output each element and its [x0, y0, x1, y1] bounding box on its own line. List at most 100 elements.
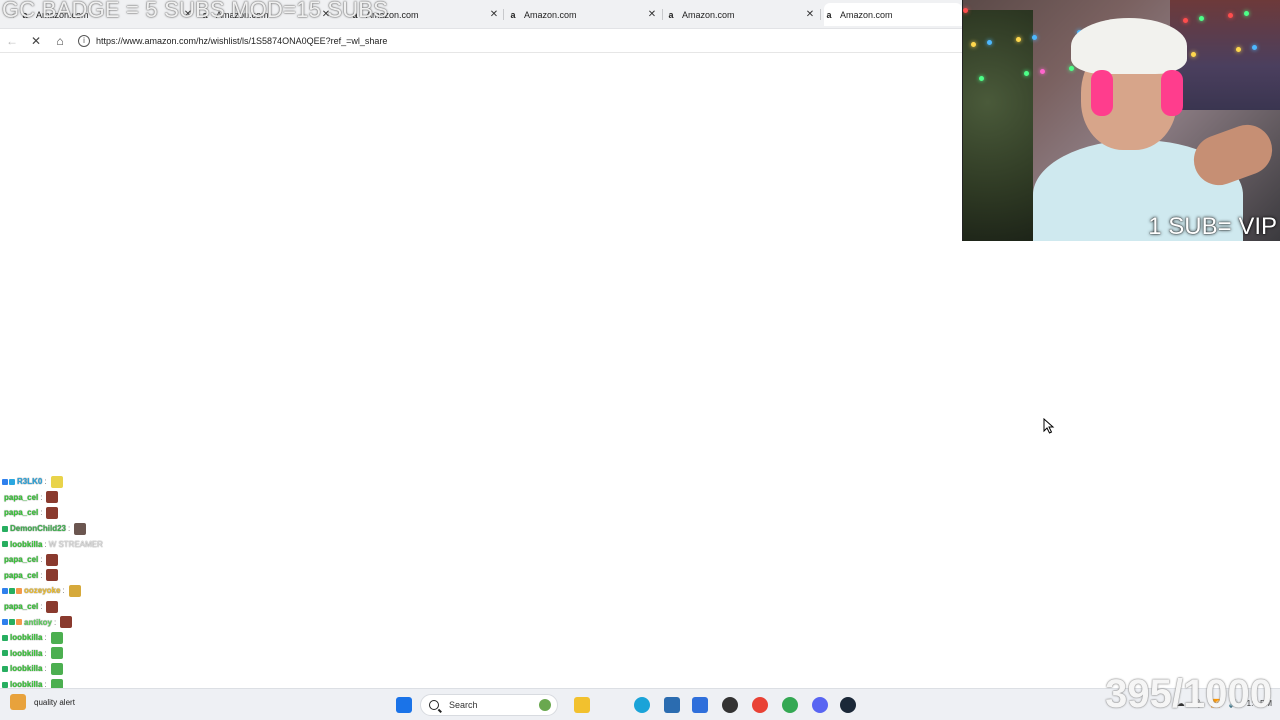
chat-badge-icon: [2, 587, 8, 594]
tab-6-active[interactable]: a Amazon.com: [824, 3, 962, 26]
screen: ‹ a Amazon.com ✕ a Amazon.com ✕ a Amazon…: [0, 0, 1280, 720]
chat-username: loobkilla: [10, 648, 43, 658]
chat-separator: :: [44, 664, 47, 674]
tab-4[interactable]: a Amazon.com ✕: [508, 3, 658, 26]
light-bulb: [1199, 16, 1204, 21]
chat-badge-icon: [9, 619, 15, 626]
back-arrow-icon[interactable]: ←: [0, 29, 24, 53]
chat-emote-icon: [46, 553, 59, 566]
chat-username: antikoy: [24, 617, 53, 627]
address-bar[interactable]: i https://www.amazon.com/hz/wishlist/ls/…: [78, 31, 962, 51]
chat-badges: [2, 541, 8, 548]
chat-message: antikoy:: [2, 614, 202, 630]
light-bulb: [1024, 71, 1029, 76]
chat-separator: :: [40, 570, 43, 580]
chat-separator: :: [44, 648, 47, 658]
url-text: https://www.amazon.com/hz/wishlist/ls/1S…: [96, 35, 388, 46]
outlook-icon[interactable]: [692, 697, 708, 713]
chat-badges: [2, 665, 8, 672]
light-bulb: [1040, 69, 1045, 74]
amazon-favicon-icon: a: [510, 9, 516, 20]
chat-message: papa_cel:: [2, 505, 202, 521]
chat-username: papa_cel: [4, 570, 39, 580]
chat-username: R3LK0: [17, 477, 43, 487]
taskbar-notification[interactable]: quality alert: [10, 694, 75, 710]
chat-message: papa_cel:: [2, 599, 202, 615]
chrome-icon[interactable]: [752, 697, 768, 713]
store-icon[interactable]: [664, 697, 680, 713]
discord-icon[interactable]: [812, 697, 828, 713]
edge-icon[interactable]: [634, 697, 650, 713]
chat-separator: :: [62, 586, 65, 596]
chat-separator: :: [44, 539, 47, 549]
chat-emote-icon: [50, 662, 63, 675]
chat-separator: :: [54, 617, 57, 627]
chat-message: loobkilla:: [2, 630, 202, 646]
amazon-favicon-icon: a: [826, 9, 832, 20]
chat-emote-icon: [60, 616, 73, 629]
chat-badge-icon: [2, 619, 8, 626]
chat-badges: [2, 681, 8, 688]
chat-username: papa_cel: [4, 508, 39, 518]
headphone-right: [1161, 70, 1183, 116]
chat-emote-icon: [46, 491, 59, 504]
chat-message: papa_cel:: [2, 490, 202, 506]
chat-username: loobkilla: [10, 664, 43, 674]
bucket-hat: [1071, 18, 1187, 74]
chat-badge-icon: [2, 634, 8, 641]
steam-icon[interactable]: [840, 697, 856, 713]
tab-5[interactable]: a Amazon.com ✕: [666, 3, 816, 26]
chrome-alt-icon[interactable]: [782, 697, 798, 713]
chat-badges: [2, 587, 22, 594]
close-icon[interactable]: ✕: [804, 9, 816, 20]
chat-separator: :: [40, 555, 43, 565]
chat-separator: :: [40, 602, 43, 612]
chat-badges: [2, 634, 8, 641]
light-bulb: [971, 42, 976, 47]
windows-start-icon[interactable]: [396, 697, 412, 713]
light-bulb: [1069, 66, 1074, 71]
close-icon[interactable]: ✕: [488, 9, 500, 20]
tab-title: Amazon.com: [524, 9, 577, 20]
chat-separator: :: [40, 508, 43, 518]
chat-username: papa_cel: [4, 555, 39, 565]
obs-icon[interactable]: [722, 697, 738, 713]
tab-separator: [820, 9, 821, 20]
close-icon[interactable]: ✕: [646, 9, 658, 20]
light-bulb: [1252, 45, 1257, 50]
webcam-caption: 1 SUB= VIP: [1148, 213, 1277, 240]
chat-badge-icon: [2, 681, 8, 688]
chat-emote-icon: [74, 522, 87, 535]
stream-chat: R3LK0: papa_cel: papa_cel: DemonChild23: loo…: [2, 474, 202, 708]
taskbar-search[interactable]: Search: [420, 694, 558, 716]
chat-separator: :: [44, 477, 47, 487]
alert-icon: [10, 694, 26, 710]
light-bulb: [963, 8, 968, 13]
tab-title: Amazon.com: [682, 9, 735, 20]
tab-separator: [503, 9, 504, 20]
light-bulb: [1032, 35, 1037, 40]
chat-badges: [2, 478, 15, 485]
stop-loading-icon[interactable]: ✕: [24, 29, 48, 53]
site-info-icon[interactable]: i: [78, 34, 90, 47]
chat-badge-icon: [2, 541, 8, 548]
light-bulb: [1183, 18, 1188, 23]
chat-message: loobkilla:: [2, 646, 202, 662]
chat-emote-icon: [50, 631, 63, 644]
light-bulb: [1236, 47, 1241, 52]
chat-username: papa_cel: [4, 602, 39, 612]
chat-badges: [2, 525, 8, 532]
home-icon[interactable]: ⌂: [48, 29, 72, 53]
chat-badges: [2, 619, 22, 626]
headphone-left: [1091, 70, 1113, 116]
search-label: Search: [449, 700, 478, 710]
chat-message: DemonChild23:: [2, 521, 202, 537]
chat-message: R3LK0:: [2, 474, 202, 490]
chat-separator: :: [68, 524, 71, 534]
stream-banner-text: GC BADGE = 5 SUBS MOD=15 SUBS: [2, 0, 389, 22]
chat-badge-icon: [9, 478, 15, 485]
light-bulb: [1244, 11, 1249, 16]
light-bulb: [979, 76, 984, 81]
file-explorer-icon[interactable]: [574, 697, 590, 713]
chat-emote-icon: [50, 475, 63, 488]
